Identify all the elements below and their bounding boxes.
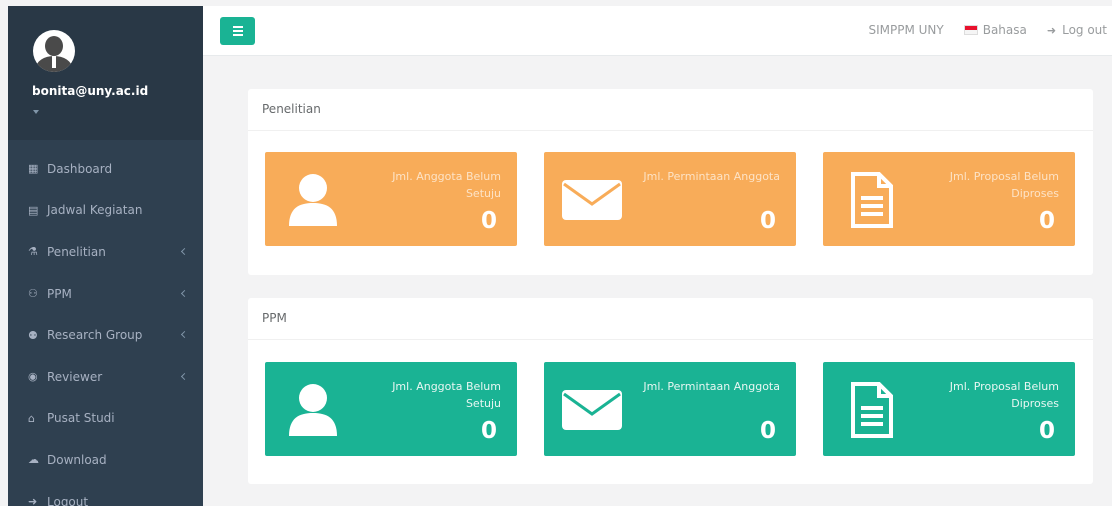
stat-box[interactable]: Jml. Proposal Belum Diproses 0 (823, 152, 1075, 246)
menu-toggle-button[interactable] (220, 17, 255, 45)
stat-label: Jml. Anggota Belum Setuju (392, 380, 501, 410)
panel-penelitian: Penelitian Jml. Anggota Belum Setuju 0 Jml.… (248, 89, 1093, 275)
sidebar-item-label: Reviewer (47, 369, 103, 384)
stat-value: 0 (1038, 418, 1055, 444)
cloud-download-icon: ☁ (28, 453, 39, 467)
sidebar-item-penelitian[interactable]: ⚗ Penelitian (8, 231, 203, 273)
user-email[interactable]: bonita@uny.ac.id (32, 84, 148, 98)
eye-icon: ◉ (28, 370, 38, 384)
stat-box[interactable]: Jml. Anggota Belum Setuju 0 (265, 152, 517, 246)
stat-value: 0 (759, 418, 776, 444)
sidebar-item-jadwal-kegiatan[interactable]: ▤ Jadwal Kegiatan (8, 190, 203, 232)
calendar-icon: ▤ (28, 203, 39, 217)
grid-icon: ▦ (28, 162, 39, 176)
panel-title: PPM (248, 298, 1093, 340)
avatar[interactable] (33, 30, 75, 72)
sidebar-item-research-group[interactable]: ⚉ Research Group (8, 314, 203, 356)
language-label: Bahasa (982, 23, 1027, 37)
stat-box[interactable]: Jml. Anggota Belum Setuju 0 (265, 362, 517, 456)
stat-label: Jml. Permintaan Anggota (643, 380, 780, 393)
language-link[interactable]: Bahasa (963, 23, 1027, 37)
sidebar-item-label: Research Group (47, 328, 143, 343)
binoculars-icon: ⚇ (28, 287, 38, 301)
indonesia-flag-icon (963, 25, 978, 35)
chevron-left-icon (180, 289, 189, 297)
sidebar-item-label: Jadwal Kegiatan (47, 203, 143, 218)
bank-icon: ⌂ (28, 411, 35, 425)
sidebar-item-dashboard[interactable]: ▦ Dashboard (8, 148, 203, 190)
chevron-left-icon (180, 331, 189, 339)
top-right-links: SIMPPM UNY Bahasa ➜ Log out (848, 23, 1107, 37)
chevron-left-icon (180, 372, 189, 380)
stat-value: 0 (480, 418, 497, 444)
envelope-icon (562, 380, 622, 440)
sidebar-item-download[interactable]: ☁ Download (8, 439, 203, 481)
sidebar-item-label: Logout (47, 494, 89, 506)
sign-out-icon: ➜ (28, 495, 38, 506)
sidebar-item-label: Penelitian (47, 244, 106, 259)
hamburger-icon (232, 26, 243, 28)
user-icon (283, 170, 343, 230)
envelope-icon (562, 170, 622, 230)
stat-label: Jml. Proposal Belum Diproses (949, 170, 1059, 200)
user-icon (283, 380, 343, 440)
sign-out-icon: ➜ (1046, 23, 1057, 37)
sidebar-item-logout[interactable]: ➜ Logout (8, 481, 203, 506)
document-icon (841, 380, 901, 440)
sidebar-item-label: Dashboard (47, 161, 113, 176)
sidebar-item-ppm[interactable]: ⚇ PPM (8, 273, 203, 315)
stat-label: Jml. Anggota Belum Setuju (392, 170, 501, 200)
stat-box[interactable]: Jml. Proposal Belum Diproses 0 (823, 362, 1075, 456)
stat-value: 0 (759, 208, 776, 234)
panel-ppm: PPM Jml. Anggota Belum Setuju 0 Jml. Permin… (248, 298, 1093, 484)
stat-label: Jml. Permintaan Anggota (643, 170, 780, 183)
logout-label: Log out (1062, 23, 1107, 37)
flask-icon: ⚗ (28, 245, 38, 259)
stat-box[interactable]: Jml. Permintaan Anggota 0 (544, 152, 796, 246)
document-icon (841, 170, 901, 230)
stat-value: 0 (480, 208, 497, 234)
sidebar: bonita@uny.ac.id ▦ Dashboard ▤ Jadwal Ke… (8, 6, 203, 506)
stat-box[interactable]: Jml. Permintaan Anggota 0 (544, 362, 796, 456)
stat-label: Jml. Proposal Belum Diproses (949, 380, 1059, 410)
top-navbar: SIMPPM UNY Bahasa ➜ Log out (203, 6, 1112, 56)
logout-link[interactable]: ➜ Log out (1047, 23, 1107, 37)
sidebar-item-label: Download (47, 452, 107, 467)
chevron-left-icon (180, 247, 189, 256)
app-name: SIMPPM UNY (868, 23, 944, 37)
users-icon: ⚉ (28, 328, 38, 342)
profile-caret-icon[interactable] (33, 110, 39, 114)
sidebar-item-label: Pusat Studi (47, 411, 115, 426)
sidebar-item-label: PPM (47, 286, 72, 301)
stat-value: 0 (1038, 208, 1055, 234)
sidebar-item-reviewer[interactable]: ◉ Reviewer (8, 356, 203, 398)
sidebar-item-pusat-studi[interactable]: ⌂ Pusat Studi (8, 398, 203, 440)
sidebar-nav: ▦ Dashboard ▤ Jadwal Kegiatan ⚗ Peneliti… (8, 140, 203, 506)
panel-title: Penelitian (248, 89, 1093, 131)
profile-section: bonita@uny.ac.id (8, 6, 203, 140)
